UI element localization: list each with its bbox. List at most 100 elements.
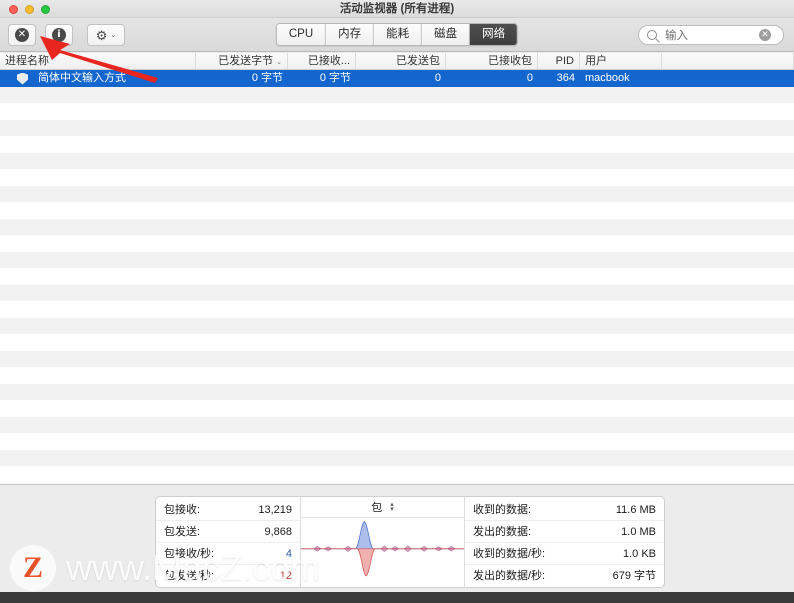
table-cell: 0 bbox=[526, 72, 533, 84]
tab-disk[interactable]: 磁盘 bbox=[422, 24, 471, 45]
data-stat-label: 发出的数据/秒: bbox=[473, 570, 546, 582]
column-header-label: 已发送字节 bbox=[218, 55, 274, 67]
info-icon: i bbox=[52, 28, 66, 42]
data-stats-column: 收到的数据: 11.6 MB 发出的数据: 1.0 MB 收到的数据/秒: 1.0 KB 发… bbox=[464, 497, 664, 587]
window-title: 活动监视器 (所有进程) bbox=[339, 3, 455, 15]
table-row[interactable] bbox=[0, 119, 794, 136]
stop-x-icon: ✕ bbox=[15, 28, 29, 42]
table-row[interactable] bbox=[0, 86, 794, 103]
packet-stat-row: 包接收/秒: 4 bbox=[156, 543, 300, 565]
tab-energy[interactable]: 能耗 bbox=[374, 24, 423, 45]
table-row[interactable] bbox=[0, 185, 794, 202]
process-list[interactable]: 简体中文输入方式 0 字节 0 字节 0 0 364 macbook bbox=[0, 70, 794, 484]
data-stat-label: 收到的数据/秒: bbox=[473, 548, 546, 560]
table-cell: 0 bbox=[434, 72, 441, 84]
shield-process-icon bbox=[17, 72, 28, 85]
tab-memory[interactable]: 内存 bbox=[326, 24, 375, 45]
packet-stat-label: 包发送/秒: bbox=[164, 570, 215, 582]
packet-stat-label: 包发送: bbox=[164, 526, 201, 538]
column-header-7[interactable] bbox=[662, 53, 794, 69]
table-row[interactable] bbox=[0, 400, 794, 417]
table-row[interactable] bbox=[0, 202, 794, 219]
table-column-headers: 进程名称 已发送字节 ⌄ 已接收... 已发送包 已接收包 PID 用户 bbox=[0, 53, 794, 70]
network-stats-box: 包接收: 13,219 包发送: 9,868 包接收/秒: 4 包发送/秒: 12 包 ▴ ▾… bbox=[155, 496, 665, 588]
table-cell: 364 bbox=[556, 72, 575, 84]
table-row[interactable] bbox=[0, 317, 794, 334]
data-stat-row: 发出的数据: 1.0 MB bbox=[465, 521, 664, 543]
graph-unit-selector[interactable]: 包 ▴ ▾ bbox=[301, 497, 464, 518]
table-row[interactable] bbox=[0, 136, 794, 153]
table-row[interactable] bbox=[0, 152, 794, 169]
stepper-icon[interactable]: ▴ ▾ bbox=[390, 501, 394, 513]
quit-process-button[interactable]: ✕ bbox=[8, 24, 36, 46]
column-header-1[interactable]: 已发送字节 ⌄ bbox=[196, 53, 288, 69]
packet-stat-label: 包接收/秒: bbox=[164, 548, 215, 560]
data-stat-label: 发出的数据: bbox=[473, 526, 532, 538]
network-summary-panel: 包接收: 13,219 包发送: 9,868 包接收/秒: 4 包发送/秒: 12 包 ▴ ▾… bbox=[0, 484, 794, 592]
network-graph: 包 ▴ ▾ bbox=[301, 497, 464, 587]
table-row[interactable] bbox=[0, 449, 794, 466]
table-row[interactable] bbox=[0, 416, 794, 433]
column-header-6[interactable]: 用户 bbox=[580, 53, 662, 69]
table-row[interactable] bbox=[0, 103, 794, 120]
clear-search-icon[interactable]: ✕ bbox=[759, 29, 771, 41]
process-name-cell: 简体中文输入方式 bbox=[38, 72, 126, 84]
table-row[interactable] bbox=[0, 218, 794, 235]
title-bar: 活动监视器 (所有进程) bbox=[0, 0, 794, 18]
data-stat-row: 收到的数据/秒: 1.0 KB bbox=[465, 543, 664, 565]
packet-stat-row: 包发送/秒: 12 bbox=[156, 565, 300, 587]
column-header-5[interactable]: PID bbox=[538, 53, 580, 69]
packet-stat-value: 9,868 bbox=[264, 526, 292, 538]
data-stat-row: 收到的数据: 11.6 MB bbox=[465, 499, 664, 521]
packet-stat-value: 13,219 bbox=[258, 504, 292, 516]
network-graph-canvas bbox=[301, 521, 464, 577]
graph-unit-label: 包 bbox=[371, 502, 383, 514]
table-cell: 0 字节 bbox=[319, 72, 351, 84]
table-row[interactable] bbox=[0, 334, 794, 351]
column-header-label: 已发送包 bbox=[396, 55, 440, 67]
table-cell: macbook bbox=[585, 72, 630, 84]
packet-stat-value: 4 bbox=[285, 548, 292, 560]
packet-stat-row: 包发送: 9,868 bbox=[156, 521, 300, 543]
data-stat-value: 679 字节 bbox=[612, 570, 656, 582]
table-row[interactable] bbox=[0, 251, 794, 268]
data-stat-row: 发出的数据/秒: 679 字节 bbox=[465, 565, 664, 587]
activity-monitor-window: 活动监视器 (所有进程) ✕ i ⚙ ⌄ CPU 内存 能耗 磁盘 网络 ✕ 进… bbox=[0, 0, 794, 603]
column-header-label: 已接收... bbox=[307, 55, 350, 67]
sort-caret-icon: ⌄ bbox=[276, 59, 282, 66]
settings-button[interactable]: ⚙ ⌄ bbox=[87, 24, 125, 46]
search-input[interactable] bbox=[663, 28, 759, 42]
table-row[interactable] bbox=[0, 301, 794, 318]
table-row[interactable] bbox=[0, 350, 794, 367]
data-stat-value: 11.6 MB bbox=[615, 504, 656, 516]
table-row[interactable]: 简体中文输入方式 0 字节 0 字节 0 0 364 macbook bbox=[0, 70, 794, 87]
table-row[interactable] bbox=[0, 235, 794, 252]
column-header-2[interactable]: 已接收... bbox=[288, 53, 356, 69]
tab-cpu[interactable]: CPU bbox=[276, 24, 327, 45]
toolbar: ✕ i ⚙ ⌄ CPU 内存 能耗 磁盘 网络 ✕ bbox=[0, 18, 794, 52]
search-field[interactable]: ✕ bbox=[638, 25, 784, 45]
view-tabs: CPU 内存 能耗 磁盘 网络 bbox=[275, 23, 519, 46]
table-row[interactable] bbox=[0, 433, 794, 450]
table-row[interactable] bbox=[0, 169, 794, 186]
data-stat-value: 1.0 KB bbox=[622, 548, 656, 560]
column-header-label: 进程名称 bbox=[5, 55, 49, 67]
inspect-process-button[interactable]: i bbox=[45, 24, 73, 46]
search-icon bbox=[647, 30, 657, 40]
table-row[interactable] bbox=[0, 383, 794, 400]
data-stat-value: 1.0 MB bbox=[621, 526, 656, 538]
column-header-label: 用户 bbox=[585, 55, 607, 67]
table-row[interactable] bbox=[0, 284, 794, 301]
column-header-label: 已接收包 bbox=[488, 55, 532, 67]
packet-stats-column: 包接收: 13,219 包发送: 9,868 包接收/秒: 4 包发送/秒: 12 bbox=[156, 497, 301, 587]
table-cell: 0 字节 bbox=[251, 72, 283, 84]
column-header-0[interactable]: 进程名称 bbox=[0, 53, 196, 69]
stepper-down-icon: ▾ bbox=[390, 506, 394, 513]
tab-network[interactable]: 网络 bbox=[470, 24, 518, 45]
column-header-4[interactable]: 已接收包 bbox=[446, 53, 538, 69]
table-row[interactable] bbox=[0, 466, 794, 483]
column-header-3[interactable]: 已发送包 bbox=[356, 53, 446, 69]
packet-stat-label: 包接收: bbox=[164, 504, 201, 516]
table-row[interactable] bbox=[0, 268, 794, 285]
table-row[interactable] bbox=[0, 367, 794, 384]
